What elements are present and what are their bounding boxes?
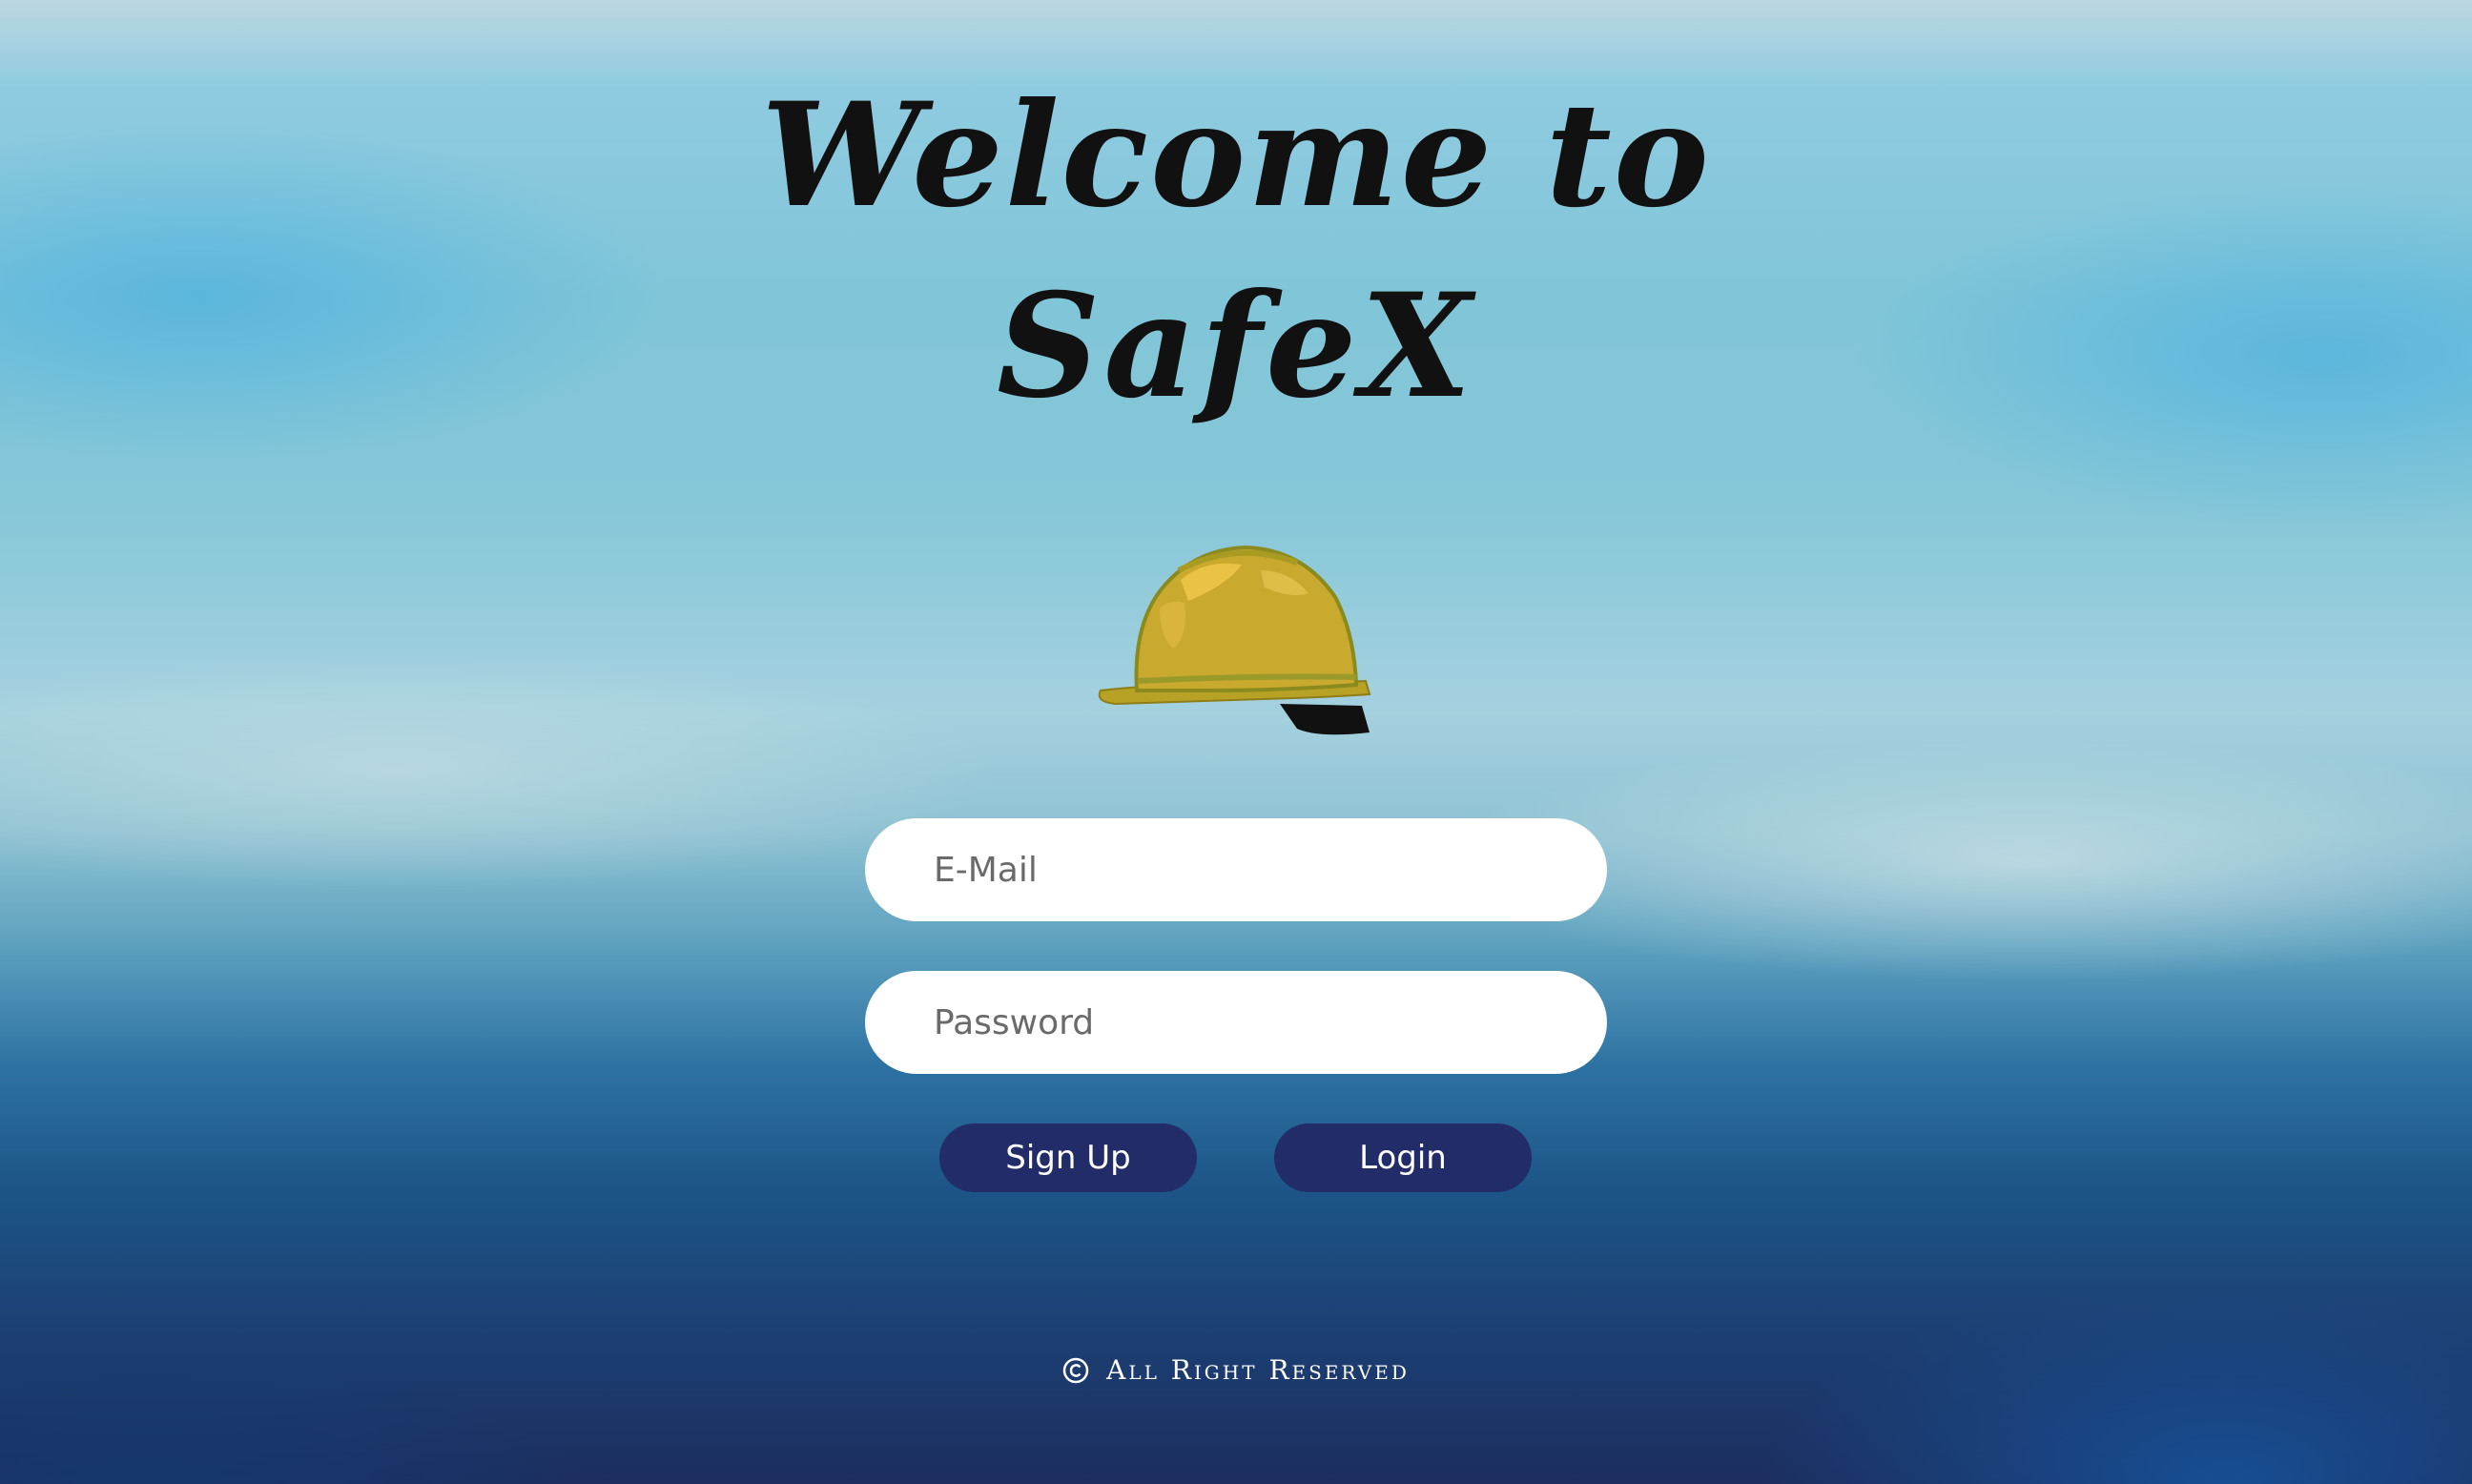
password-field[interactable] — [865, 971, 1607, 1074]
hard-hat-icon — [1098, 545, 1371, 735]
copyright-text: All Right Reserved — [1106, 1354, 1410, 1386]
email-input[interactable] — [932, 849, 1546, 891]
login-button[interactable]: Login — [1274, 1123, 1532, 1192]
welcome-heading: Welcome to — [761, 72, 1711, 239]
copyright-icon — [1062, 1357, 1089, 1383]
password-input[interactable] — [932, 1001, 1546, 1043]
app-name-heading: SafeX — [997, 262, 1475, 430]
email-field[interactable] — [865, 818, 1607, 921]
footer: All Right Reserved — [0, 1354, 2472, 1386]
sign-up-button[interactable]: Sign Up — [939, 1123, 1197, 1192]
